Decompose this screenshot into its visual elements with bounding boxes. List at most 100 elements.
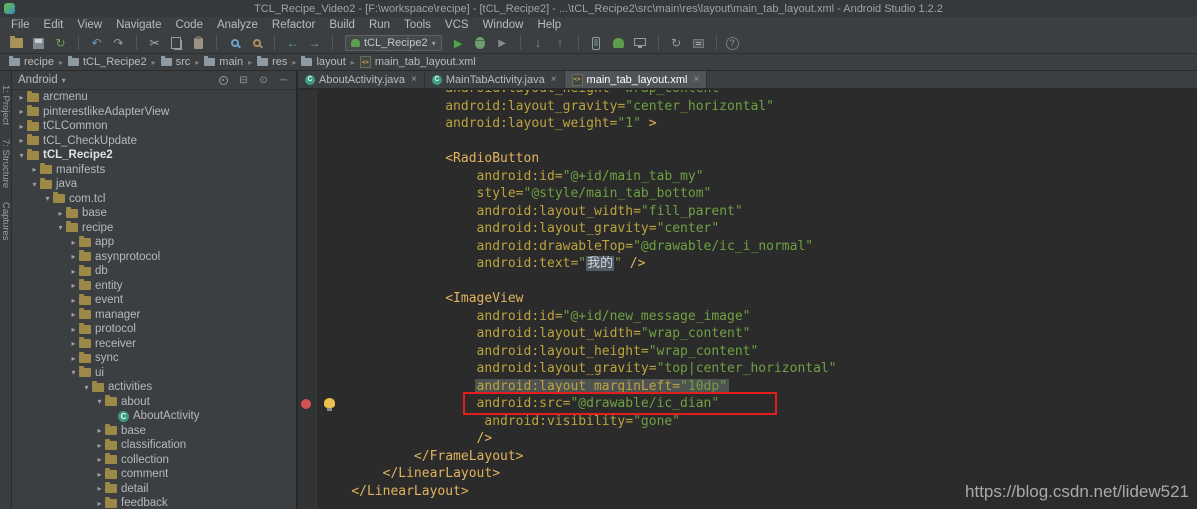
tree-chevron-icon[interactable]: ▸	[94, 441, 105, 450]
tree-item-event[interactable]: ▸ event	[12, 293, 296, 308]
find-icon[interactable]	[226, 35, 243, 51]
tab-aboutactivity-java[interactable]: C AboutActivity.java ×	[298, 71, 425, 88]
sync-icon[interactable]: ↻	[52, 35, 69, 51]
update-icon[interactable]: ↓	[530, 35, 547, 51]
hide-icon[interactable]: ─	[277, 74, 290, 87]
tree-item-app[interactable]: ▸ app	[12, 235, 296, 250]
tree-item-detail[interactable]: ▸ detail	[12, 482, 296, 497]
tree-item-ui[interactable]: ▾ ui	[12, 366, 296, 381]
tree-chevron-icon[interactable]: ▸	[68, 354, 79, 363]
tab-main-tab-layout-xml[interactable]: <> main_tab_layout.xml ×	[564, 71, 708, 88]
tree-chevron-icon[interactable]: ▸	[94, 470, 105, 479]
tree-chevron-icon[interactable]: ▸	[68, 325, 79, 334]
gear-icon[interactable]	[217, 74, 230, 87]
tree-item-base[interactable]: ▸ base	[12, 424, 296, 439]
tree-item-receiver[interactable]: ▸ receiver	[12, 337, 296, 352]
close-icon[interactable]: ×	[411, 74, 417, 85]
tree-item-tclcommon[interactable]: ▸ tCLCommon	[12, 119, 296, 134]
back-icon[interactable]: ←	[284, 35, 301, 51]
breakpoint-icon[interactable]	[301, 399, 311, 409]
tool-button-7-structure[interactable]: 7: Structure	[0, 139, 11, 188]
tree-item-activities[interactable]: ▾ activities	[12, 380, 296, 395]
tree-item-db[interactable]: ▸ db	[12, 264, 296, 279]
tree-chevron-icon[interactable]: ▾	[42, 194, 53, 203]
tree-chevron-icon[interactable]: ▾	[16, 151, 27, 160]
replace-icon[interactable]	[248, 35, 265, 51]
lightbulb-icon[interactable]	[324, 398, 335, 411]
tree-chevron-icon[interactable]: ▸	[68, 267, 79, 276]
menu-item-analyze[interactable]: Analyze	[210, 19, 265, 31]
tree-item-protocol[interactable]: ▸ protocol	[12, 322, 296, 337]
tree-chevron-icon[interactable]: ▸	[68, 252, 79, 261]
redo-icon[interactable]: ↷	[110, 35, 127, 51]
open-icon[interactable]	[8, 35, 25, 51]
tool-button-1-project[interactable]: 1: Project	[0, 85, 11, 125]
tree-item-java[interactable]: ▾ java	[12, 177, 296, 192]
breadcrumb-item-recipe[interactable]: recipe	[6, 56, 57, 68]
tree-item-sync[interactable]: ▸ sync	[12, 351, 296, 366]
commit-icon[interactable]: ↑	[552, 35, 569, 51]
tree-item-manager[interactable]: ▸ manager	[12, 308, 296, 323]
sdk-icon[interactable]	[610, 35, 627, 51]
help-icon[interactable]: ?	[725, 36, 739, 50]
tree-chevron-icon[interactable]: ▾	[29, 180, 40, 189]
breadcrumb-item-tcl-recipe2[interactable]: tCL_Recipe2	[65, 56, 150, 68]
menu-item-vcs[interactable]: VCS	[438, 19, 476, 31]
tree-chevron-icon[interactable]: ▸	[94, 499, 105, 508]
tree-chevron-icon[interactable]: ▸	[68, 281, 79, 290]
paste-icon[interactable]	[190, 35, 207, 51]
cut-icon[interactable]: ✂	[146, 35, 163, 51]
tree-item-base[interactable]: ▸ base	[12, 206, 296, 221]
undo-icon[interactable]: ↶	[88, 35, 105, 51]
tree-item-feedback[interactable]: ▸ feedback	[12, 496, 296, 509]
tree-item-pinterestlikeadapterview[interactable]: ▸ pinterestlikeAdapterView	[12, 105, 296, 120]
menu-item-refactor[interactable]: Refactor	[265, 19, 322, 31]
tree-item-asynprotocol[interactable]: ▸ asynprotocol	[12, 250, 296, 265]
tree-item-collection[interactable]: ▸ collection	[12, 453, 296, 468]
tree-chevron-icon[interactable]: ▾	[81, 383, 92, 392]
menu-item-help[interactable]: Help	[530, 19, 568, 31]
tree-item-recipe[interactable]: ▾ recipe	[12, 221, 296, 236]
tree-item-tcl-recipe2[interactable]: ▾ tCL_Recipe2	[12, 148, 296, 163]
tree-chevron-icon[interactable]: ▸	[68, 296, 79, 305]
tree-chevron-icon[interactable]: ▸	[94, 484, 105, 493]
coverage-icon[interactable]: ▶	[494, 35, 511, 51]
forward-icon[interactable]: →	[306, 35, 323, 51]
copy-icon[interactable]	[168, 35, 185, 51]
menu-item-build[interactable]: Build	[322, 19, 362, 31]
project-view-selector[interactable]: Android	[18, 74, 58, 86]
scroll-to-source-icon[interactable]: ⊙	[257, 74, 270, 87]
code-area[interactable]: android:layout_height="wrap_content" and…	[298, 90, 1197, 509]
close-icon[interactable]: ×	[693, 74, 699, 85]
tree-chevron-icon[interactable]: ▸	[55, 209, 66, 218]
monitor-icon[interactable]	[632, 35, 649, 51]
tree-chevron-icon[interactable]: ▸	[68, 238, 79, 247]
debug-icon[interactable]	[472, 35, 489, 51]
menu-item-tools[interactable]: Tools	[397, 19, 438, 31]
breadcrumb-item-src[interactable]: src	[158, 56, 194, 68]
tree-chevron-icon[interactable]: ▸	[94, 426, 105, 435]
run-configuration-select[interactable]: tCL_Recipe2 ▾	[345, 35, 442, 51]
tree-chevron-icon[interactable]: ▸	[16, 136, 27, 145]
save-icon[interactable]	[30, 35, 47, 51]
collapse-all-icon[interactable]: ⊟	[237, 74, 250, 87]
tree-chevron-icon[interactable]: ▸	[16, 107, 27, 116]
tree-item-aboutactivity[interactable]: C AboutActivity	[12, 409, 296, 424]
tree-chevron-icon[interactable]: ▸	[29, 165, 40, 174]
breadcrumb-item-main[interactable]: main	[201, 56, 246, 68]
breadcrumb-item-main-tab-layout-xml[interactable]: <> main_tab_layout.xml	[357, 56, 479, 68]
tree-item-classification[interactable]: ▸ classification	[12, 438, 296, 453]
tree-chevron-icon[interactable]: ▾	[55, 223, 66, 232]
gradle-console-icon[interactable]	[690, 35, 707, 51]
avd-icon[interactable]	[588, 35, 605, 51]
tree-chevron-icon[interactable]: ▸	[16, 122, 27, 131]
tool-button-captures[interactable]: Captures	[0, 202, 11, 241]
editor-gutter[interactable]	[298, 90, 316, 509]
tree-chevron-icon[interactable]: ▸	[68, 310, 79, 319]
gradle-sync-icon[interactable]: ↻	[668, 35, 685, 51]
tree-item-tcl-checkupdate[interactable]: ▸ tCL_CheckUpdate	[12, 134, 296, 149]
menu-item-code[interactable]: Code	[168, 19, 210, 31]
tree-item-comment[interactable]: ▸ comment	[12, 467, 296, 482]
tree-item-entity[interactable]: ▸ entity	[12, 279, 296, 294]
menu-item-window[interactable]: Window	[476, 19, 531, 31]
